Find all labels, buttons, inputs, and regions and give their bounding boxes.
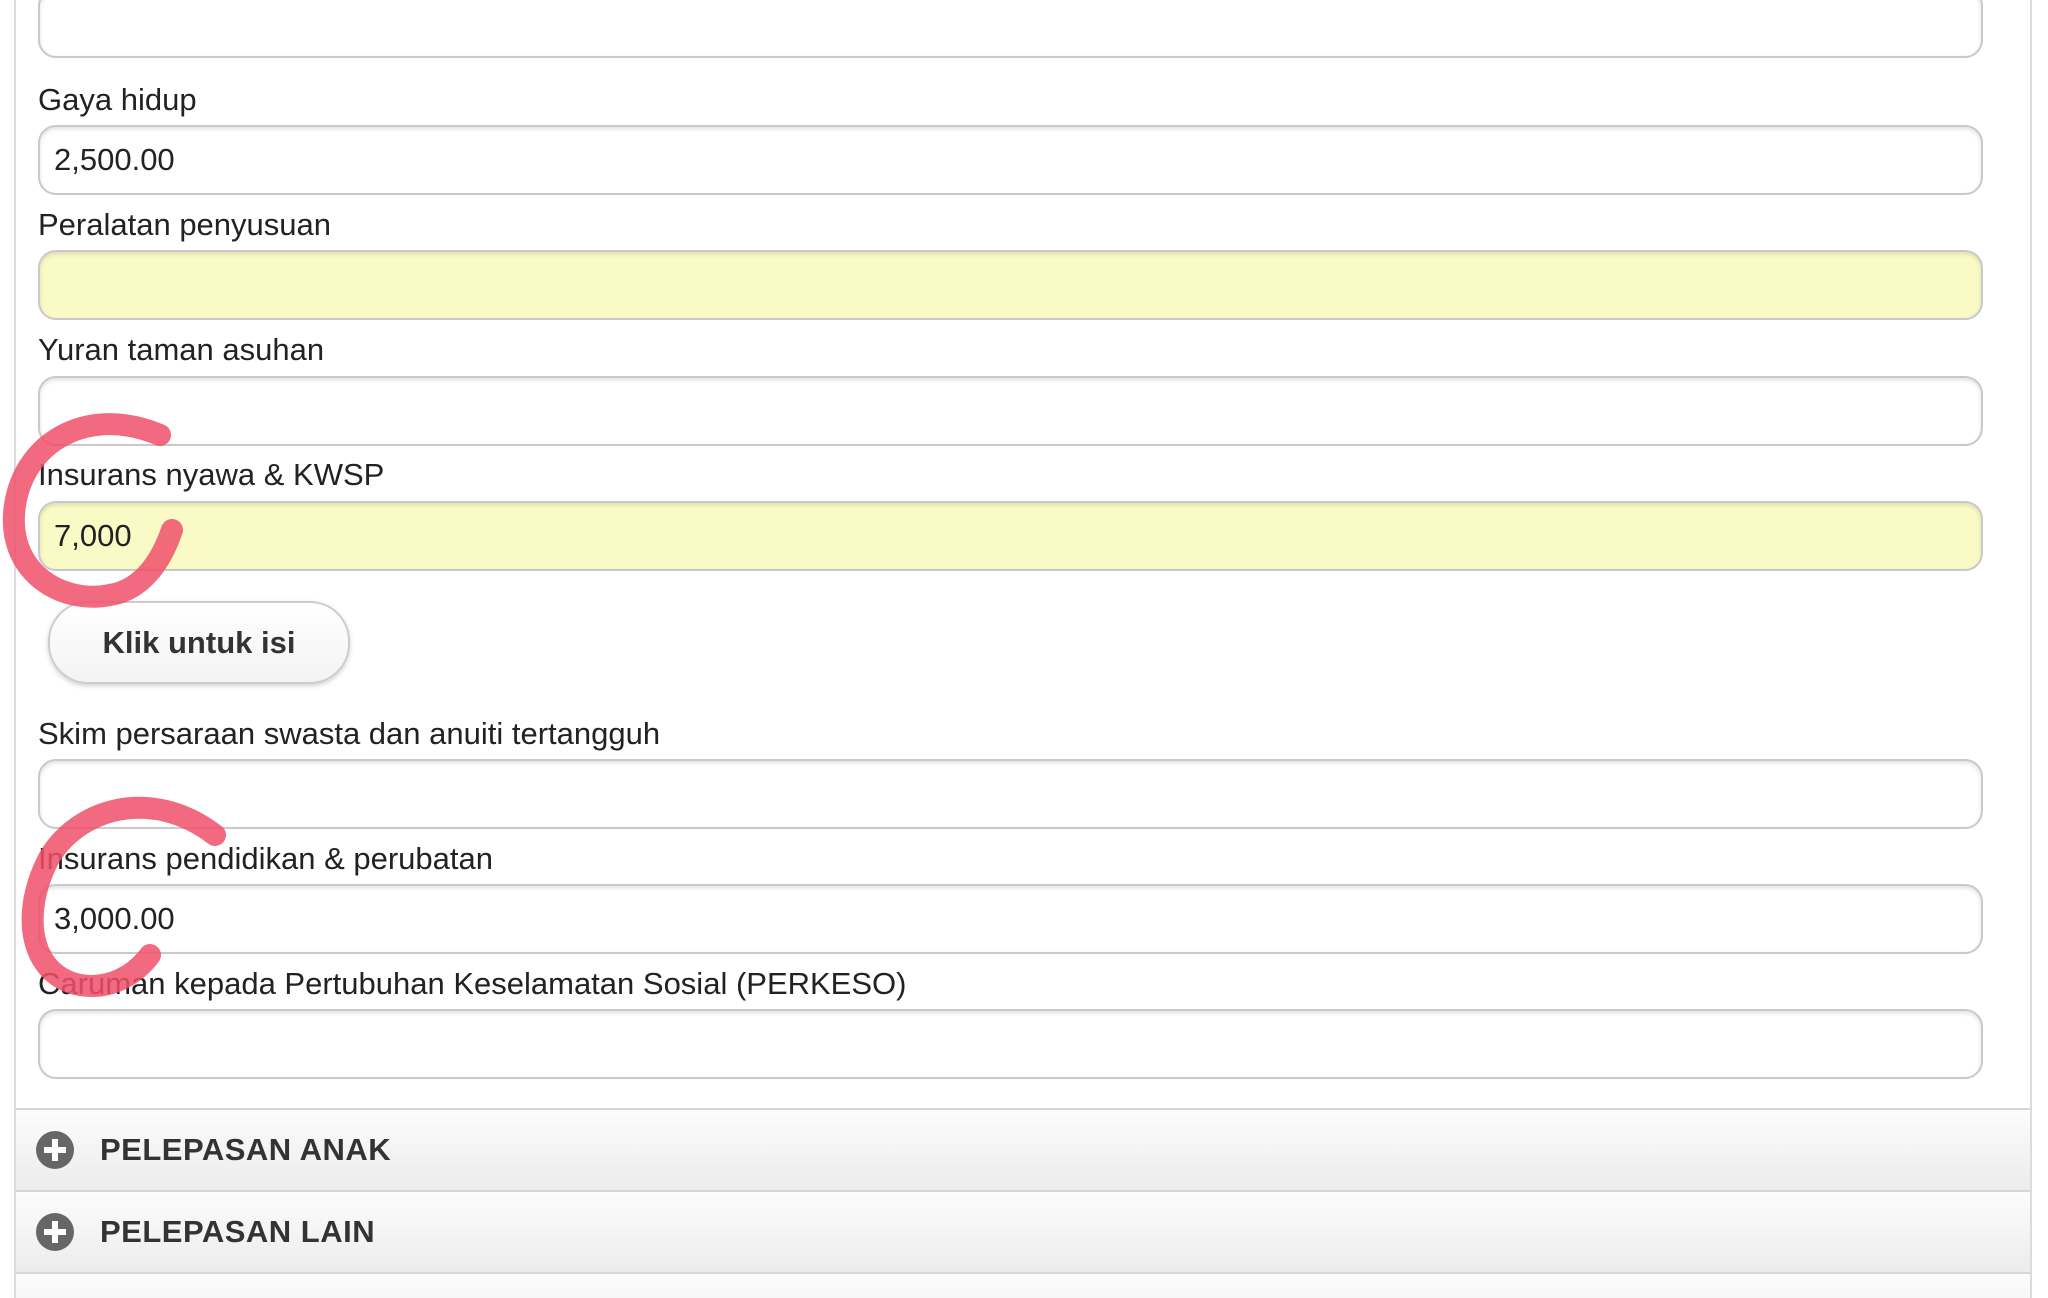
label-gaya-hidup: Gaya hidup: [38, 82, 197, 117]
section-title: PELEPASAN LAIN: [100, 1214, 376, 1249]
section-pelepasan-lain[interactable]: PELEPASAN LAIN: [16, 1190, 2030, 1272]
caruman-perkeso-input[interactable]: [38, 1009, 1983, 1079]
insurans-nyawa-kwsp-input[interactable]: 7,000: [38, 501, 1983, 571]
insurans-pendidikan-input[interactable]: 3,000.00: [38, 884, 1983, 954]
label-peralatan-penyusuan: Peralatan penyusuan: [38, 207, 332, 242]
form-panel: Gaya hidup 2,500.00 Peralatan penyusuan …: [14, 0, 2032, 1298]
plus-circle-icon: [36, 1213, 74, 1251]
label-insurans-nyawa-kwsp: Insurans nyawa & KWSP: [38, 457, 385, 492]
label-caruman-perkeso: Caruman kepada Pertubuhan Keselamatan So…: [38, 966, 907, 1001]
top-input[interactable]: [38, 0, 1983, 58]
label-skim-persaraan: Skim persaraan swasta dan anuiti tertang…: [38, 716, 661, 751]
section-title: PELEPASAN ANAK: [100, 1132, 392, 1167]
section-pelepasan-anak[interactable]: PELEPASAN ANAK: [16, 1108, 2030, 1190]
plus-circle-icon: [36, 1131, 74, 1169]
section-next-collapsed[interactable]: [16, 1272, 2030, 1298]
yuran-taman-asuhan-input[interactable]: [38, 376, 1983, 446]
peralatan-penyusuan-input[interactable]: [38, 250, 1983, 320]
skim-persaraan-input[interactable]: [38, 759, 1983, 829]
gaya-hidup-input[interactable]: 2,500.00: [38, 125, 1983, 195]
klik-untuk-isi-button[interactable]: Klik untuk isi: [48, 601, 350, 684]
label-yuran-taman-asuhan: Yuran taman asuhan: [38, 332, 325, 367]
label-insurans-pendidikan: Insurans pendidikan & perubatan: [38, 841, 493, 876]
